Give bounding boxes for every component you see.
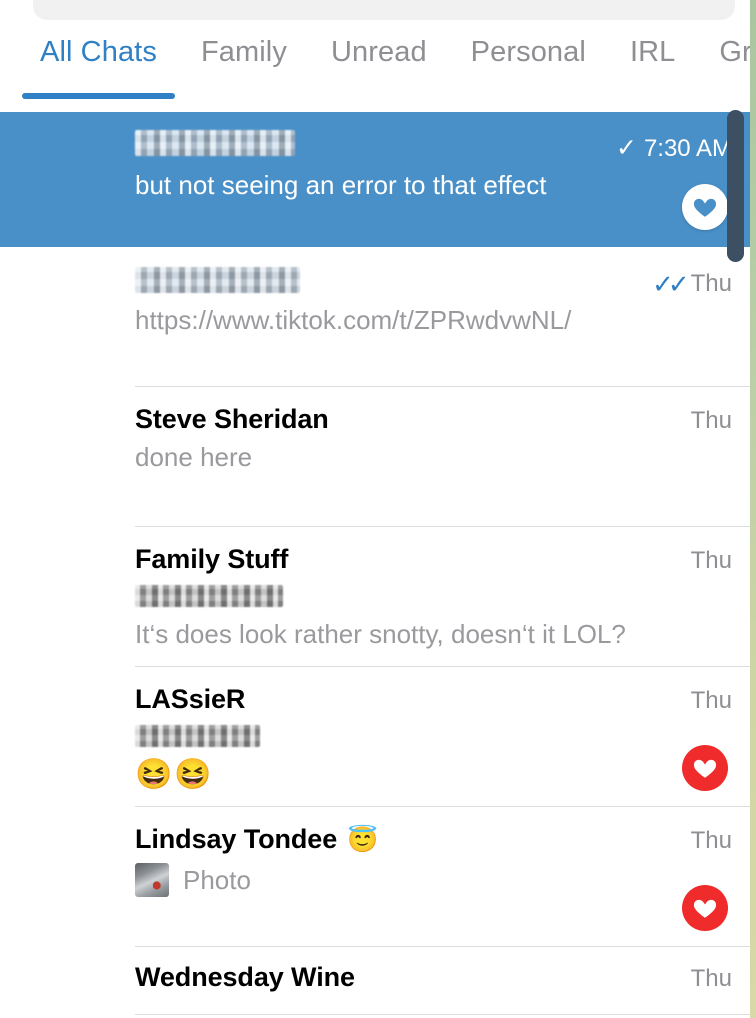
- message-timestamp: Thu: [690, 407, 732, 434]
- message-timestamp: Thu: [690, 270, 732, 297]
- chat-list-screen: All ChatsFamilyUnreadPersonalIRLGroups ✓…: [0, 0, 750, 1018]
- tab-irl[interactable]: IRL: [608, 22, 697, 67]
- message-preview: done here: [135, 442, 253, 473]
- chat-list: ✓ 7:30 AM but not seeing an error to that …: [0, 112, 750, 1015]
- redacted-contact-name: [135, 130, 295, 156]
- message-preview: It‘s does look rather snotty, doesn‘t it…: [135, 619, 626, 650]
- read-double-check-icon: ✓✓: [652, 269, 689, 299]
- photo-label: Photo: [183, 864, 251, 895]
- message-timestamp: 7:30 AM: [643, 134, 732, 162]
- chat-list-item[interactable]: Family Stuff Thu It‘s does look rather sno…: [0, 527, 750, 667]
- chat-list-item[interactable]: ✓✓ Thu https://www.tiktok.com/t/ZPRwdvwNL/: [0, 247, 750, 387]
- search-bar-area: [0, 0, 750, 22]
- tab-unread[interactable]: Unread: [309, 22, 449, 67]
- tab-groups[interactable]: Groups: [697, 22, 750, 67]
- chat-list-item[interactable]: Wednesday Wine Thu: [0, 947, 750, 1015]
- chat-list-item[interactable]: Lindsay Tondee 😇 Thu Photo: [0, 807, 750, 947]
- photo-thumbnail: [135, 863, 169, 898]
- tab-personal[interactable]: Personal: [449, 22, 608, 67]
- chat-name: LASsieR: [135, 684, 246, 714]
- message-preview: but not seeing an error to that effect: [135, 169, 547, 200]
- row-divider: [135, 1014, 750, 1015]
- message-timestamp: Thu: [690, 965, 732, 992]
- message-preview-photo: Photo: [135, 863, 732, 898]
- chat-name: Family Stuff: [135, 544, 289, 574]
- sent-check-icon: ✓: [615, 134, 637, 162]
- message-timestamp: Thu: [690, 687, 732, 714]
- heart-reaction-button[interactable]: [682, 885, 728, 931]
- chat-filter-tabs[interactable]: All ChatsFamilyUnreadPersonalIRLGroups: [0, 22, 750, 112]
- chat-list-item[interactable]: ✓ 7:30 AM but not seeing an error to that …: [0, 112, 750, 247]
- chat-name: Steve Sheridan: [135, 404, 329, 434]
- heart-reaction-button[interactable]: [682, 745, 728, 791]
- redacted-sender-name: [135, 725, 260, 748]
- chat-name: Lindsay Tondee: [135, 824, 338, 854]
- vertical-scrollbar-thumb[interactable]: [727, 110, 744, 262]
- message-timestamp: Thu: [690, 547, 732, 574]
- redacted-contact-name: [135, 267, 300, 293]
- search-input[interactable]: [33, 0, 735, 20]
- heart-reaction-button[interactable]: [682, 184, 728, 230]
- message-preview: https://www.tiktok.com/t/ZPRwdvwNL/: [135, 305, 572, 335]
- chat-list-item[interactable]: Steve Sheridan Thu done here: [0, 387, 750, 527]
- name-emoji-icon: 😇: [347, 826, 379, 854]
- tab-all-chats[interactable]: All Chats: [18, 22, 179, 99]
- redacted-sender-name: [135, 585, 283, 608]
- message-timestamp: Thu: [690, 827, 732, 854]
- chat-list-item[interactable]: LASsieR Thu 😆😆: [0, 667, 750, 807]
- chat-name: Wednesday Wine: [135, 962, 355, 992]
- message-preview-emoji: 😆😆: [135, 758, 214, 792]
- tab-family[interactable]: Family: [179, 22, 309, 67]
